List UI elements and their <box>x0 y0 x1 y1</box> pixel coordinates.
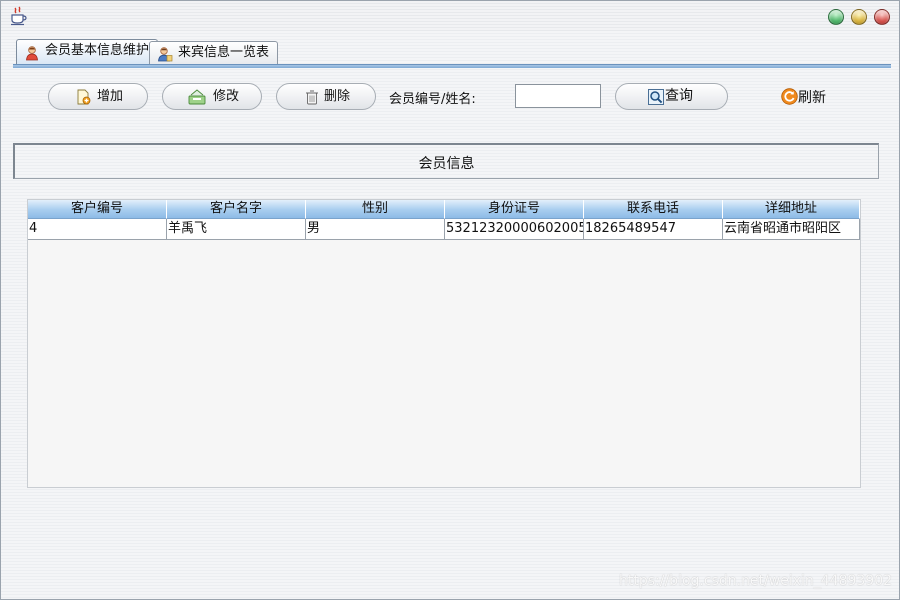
java-cup-icon <box>11 6 27 26</box>
tab-label: 来宾信息一览表 <box>178 45 270 60</box>
add-button-label: 增加 <box>97 89 124 104</box>
maximize-icon[interactable] <box>851 9 867 25</box>
refresh-icon <box>781 88 798 105</box>
member-table[interactable]: 客户编号 客户名字 性别 身份证号 联系电话 详细地址 4 羊禹飞 男 5321… <box>27 199 861 488</box>
table-cell[interactable]: 18265489547 <box>584 219 723 240</box>
query-button-label: 查询 <box>665 88 693 104</box>
search-input[interactable] <box>515 84 601 108</box>
column-header[interactable]: 客户编号 <box>28 200 167 219</box>
tab-label: 会员基本信息维护 <box>45 43 150 58</box>
table-cell[interactable]: 男 <box>306 219 445 240</box>
column-header[interactable]: 客户名字 <box>167 200 306 219</box>
table-cell[interactable]: 云南省昭通市昭阳区 <box>723 219 860 240</box>
minimize-icon[interactable] <box>828 9 844 25</box>
trash-icon <box>306 90 318 105</box>
guest-icon <box>158 47 173 62</box>
refresh-label: 刷新 <box>798 90 826 106</box>
table-header: 客户编号 客户名字 性别 身份证号 联系电话 详细地址 <box>28 200 860 219</box>
delete-button[interactable]: 删除 <box>276 83 376 110</box>
app-window: 会员基本信息维护 来宾信息一览表 增加 修改 删除 会员编号/姓名: 查询 刷新… <box>0 0 900 600</box>
query-button[interactable]: 查询 <box>615 83 728 110</box>
delete-button-label: 删除 <box>324 89 351 104</box>
tab-guest-list[interactable]: 来宾信息一览表 <box>149 41 279 65</box>
table-cell[interactable]: 532123200006020056 <box>445 219 584 240</box>
edit-button[interactable]: 修改 <box>162 83 262 110</box>
table-body: 4 羊禹飞 男 532123200006020056 18265489547 云… <box>28 219 860 240</box>
table-row[interactable]: 4 羊禹飞 男 532123200006020056 18265489547 云… <box>28 219 860 240</box>
edit-icon <box>188 89 206 105</box>
column-header[interactable]: 联系电话 <box>584 200 723 219</box>
column-header[interactable]: 详细地址 <box>723 200 860 219</box>
close-icon[interactable] <box>874 9 890 25</box>
member-icon <box>26 46 38 61</box>
member-info-panel: 会员信息 <box>13 143 879 179</box>
tab-member-maintenance[interactable]: 会员基本信息维护 <box>16 39 159 65</box>
title-bar[interactable] <box>1 1 899 31</box>
watermark: https://blog.csdn.net/weixin_44893902 <box>619 573 893 589</box>
add-document-icon <box>77 89 91 105</box>
column-header[interactable]: 身份证号 <box>445 200 584 219</box>
table-cell[interactable]: 4 <box>28 219 167 240</box>
column-header[interactable]: 性别 <box>306 200 445 219</box>
panel-title: 会员信息 <box>418 156 475 172</box>
add-button[interactable]: 增加 <box>48 83 148 110</box>
tab-divider <box>13 64 891 68</box>
search-label: 会员编号/姓名: <box>389 92 476 107</box>
table-cell[interactable]: 羊禹飞 <box>167 219 306 240</box>
search-icon <box>648 89 664 105</box>
edit-button-label: 修改 <box>213 89 240 104</box>
